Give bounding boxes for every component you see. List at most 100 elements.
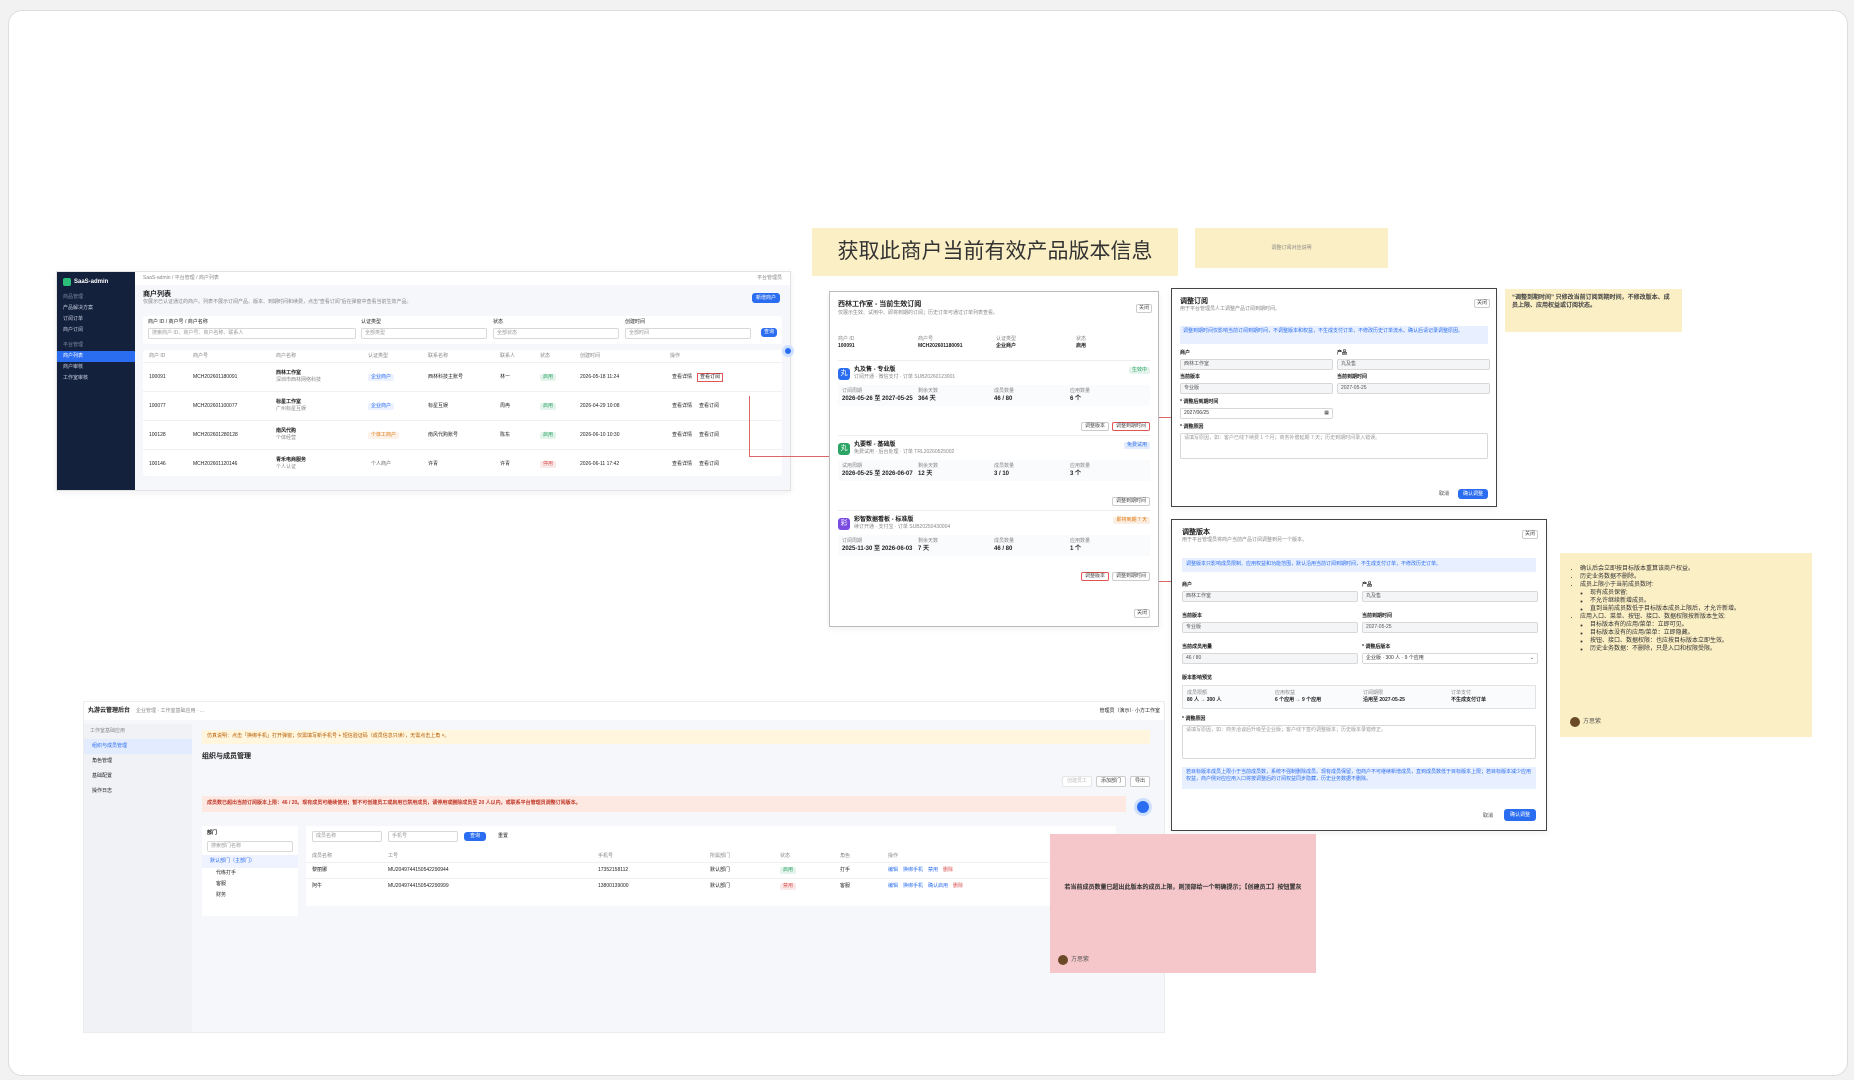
view-detail-link[interactable]: 查看详情 xyxy=(670,374,694,381)
admin-user[interactable]: 平台管理员 xyxy=(757,275,782,282)
member-limit-sticky-note[interactable]: 若当前成员数量已超出此版本的成员上限，则顶部给一个明确提示；【创建员工】按钮置灰… xyxy=(1050,834,1316,973)
reason-textarea[interactable]: 请填写原因，如：商务洽谈后升级至企业版；客户线下签约调整版本；历史版本录错修正。 xyxy=(1182,725,1536,759)
dept-search-input[interactable]: 搜索部门名称 xyxy=(207,841,293,852)
created-time-select[interactable]: 全部时间 xyxy=(625,328,751,339)
member-op-link[interactable]: 编辑 xyxy=(888,883,898,890)
preview-item: 成员限额 80 人 → 300 人 xyxy=(1183,690,1271,704)
reset-button[interactable]: 重置 xyxy=(492,833,514,840)
sidebar-item-merchants[interactable]: 商户列表 xyxy=(57,351,135,362)
sidebar-item-logs[interactable]: 操作日志 xyxy=(84,784,192,799)
adjust-version-button[interactable]: 调整版本 xyxy=(1080,422,1109,431)
view-detail-link[interactable]: 查看详情 xyxy=(670,403,694,410)
sidebar-item-solutions[interactable]: 产品解决方案 xyxy=(57,303,135,314)
adjust-expiry-button[interactable]: 调整到期时间 xyxy=(1111,497,1150,506)
dept-item[interactable]: 客服 xyxy=(202,879,298,890)
close-button[interactable]: 关闭 xyxy=(1136,304,1152,313)
cell-created: 2026-05-18 11:24 xyxy=(580,373,620,380)
footer-close-button[interactable]: 关闭 xyxy=(1134,609,1150,618)
info-status: 状态 启用 xyxy=(1076,336,1086,350)
merchant-table: 商户 ID 商户号 商户名称 认证类型 联系名称 联系人 状态 创建时间 操作 … xyxy=(143,350,782,476)
member-op-link[interactable]: 确认启用 xyxy=(928,883,948,890)
org-user[interactable]: 管理员（演示）· 小方工作室 xyxy=(1099,708,1160,715)
create-employee-button[interactable]: 创建员工 xyxy=(1061,776,1092,787)
rule-sublist: 现有成员保留;不允许继续新增成员。直到当前成员数低于目标版本成员上限后，才允许新… xyxy=(1580,589,1802,613)
info-type: 认证类型 企业商户 xyxy=(996,336,1076,350)
comment-pin-icon[interactable] xyxy=(1134,798,1152,816)
member-op-link[interactable]: 换绑手机 xyxy=(903,883,923,890)
member-op-link[interactable]: 编辑 xyxy=(888,867,898,874)
add-merchant-button[interactable]: 新增商户 xyxy=(752,293,780,303)
view-detail-link[interactable]: 查看详情 xyxy=(670,461,694,468)
product-icon: 丸 xyxy=(838,367,850,380)
cell-id: 100128 xyxy=(149,431,166,438)
export-button[interactable]: 导出 xyxy=(1129,776,1150,787)
status-badge: 启用 xyxy=(540,373,557,381)
card-field: 试用周期 2026-05-25 至 2026-06-07 xyxy=(842,463,918,478)
member-op-link[interactable]: 删除 xyxy=(953,883,963,890)
expiry-rule-sticky-note[interactable]: “调整到期时间” 只修改当前订阅到期时间，不修改版本、成员上限、应用权益或订阅状… xyxy=(1505,289,1682,332)
merchant-sub: 深圳市西林网络科技 xyxy=(276,377,322,383)
cell-ops: 编辑 换绑手机 禁用 删除 xyxy=(888,867,958,874)
sidebar-item-org-members[interactable]: 组织与成员管理 xyxy=(84,739,192,754)
col-header: 创建时间 xyxy=(580,352,601,359)
confirm-button[interactable]: 确认调整 xyxy=(1458,489,1488,499)
headline-sticky-note[interactable]: 获取此商户当前有效产品版本信息 xyxy=(812,228,1178,276)
info-value: 企业商户 xyxy=(996,343,1017,349)
view-subscription-link[interactable]: 查看订阅 xyxy=(697,461,721,468)
field-label: 产品 xyxy=(1362,582,1373,588)
sidebar-item-merchant-review[interactable]: 商户审核 xyxy=(57,362,135,373)
member-name-input[interactable]: 成员名称 xyxy=(312,831,382,842)
cancel-button[interactable]: 取消 xyxy=(1480,813,1496,820)
calendar-icon[interactable]: ▦ xyxy=(1324,410,1329,417)
search-button[interactable]: 查询 xyxy=(761,328,777,337)
new-expiry-date-input[interactable]: 2027/06/25 ▦ xyxy=(1180,408,1333,419)
card-header: 彩彩智数据看板 - 标准版 续订开通 · 支付宝 · 订单 SUB20250430… xyxy=(838,511,1150,531)
sidebar-item-studio-review[interactable]: 工作室审核 xyxy=(57,373,135,384)
view-subscription-link[interactable]: 查看订阅 xyxy=(697,372,724,382)
sidebar-item-settings[interactable]: 基础配置 xyxy=(84,769,192,784)
reason-textarea[interactable]: 请填写原因，如：客户已线下续费 1 个月；商务补偿延期 7 天；历史到期时间录入… xyxy=(1180,433,1488,459)
dept-item[interactable]: 财务 xyxy=(202,890,298,901)
member-op-link[interactable]: 删除 xyxy=(943,867,953,874)
field-label: 试用周期 xyxy=(842,463,863,469)
adjust-expiry-button[interactable]: 调整到期时间 xyxy=(1111,572,1150,581)
phone-input[interactable]: 手机号 xyxy=(388,831,458,842)
sidebar-item-orders[interactable]: 订阅订单 xyxy=(57,314,135,325)
close-button[interactable]: 关闭 xyxy=(1522,530,1538,539)
adjust-expiry-button[interactable]: 调整到期时间 xyxy=(1111,422,1150,431)
cell-merchant-no: MCH202601120146 xyxy=(193,460,238,467)
confirm-button[interactable]: 确认调整 xyxy=(1504,809,1536,821)
view-detail-link[interactable]: 查看详情 xyxy=(670,432,694,439)
member-op-link[interactable]: 换绑手机 xyxy=(903,867,923,874)
preview-value: 80 人 → 300 人 xyxy=(1187,697,1222,703)
view-subscription-link[interactable]: 查看订阅 xyxy=(697,432,721,439)
cancel-button[interactable]: 取消 xyxy=(1436,491,1452,498)
query-button[interactable]: 查询 xyxy=(464,832,486,841)
breadcrumb: SaaS-admin / 平台管理 / 商户列表 xyxy=(143,275,219,281)
target-version-select[interactable]: 企业版 · 300 人 · 9 个应用 ⌄ xyxy=(1362,653,1538,664)
field-label: 产品 xyxy=(1337,350,1348,356)
member-op-link[interactable]: 禁用 xyxy=(928,867,938,874)
col-header: 角色 xyxy=(840,853,851,859)
dept-item[interactable]: 代练打手 xyxy=(202,868,298,879)
subscription-card: 丸丸及售 - 专业版 订阅开通 · 微信支付 · 订单 SUB2026012300… xyxy=(838,360,1150,435)
card-fields: 试用周期 2026-05-25 至 2026-06-07 剩余天数 12 天 成员数量 3… xyxy=(838,460,1150,481)
info-id: 商户 ID 100091 xyxy=(838,336,918,350)
rule-text: 应用入口、菜单、按钮、接口、数据权限按新版本生效: xyxy=(1580,614,1726,620)
field-value: 46 / 80 xyxy=(994,546,1013,552)
cert-type-select[interactable]: 全部类型 xyxy=(361,328,487,339)
adjust-version-button[interactable]: 调整版本 xyxy=(1080,572,1109,581)
sidebar-item-subscriptions[interactable]: 商户订阅 xyxy=(57,325,135,336)
sidebar-item-roles[interactable]: 角色管理 xyxy=(84,754,192,769)
small-sticky-note[interactable]: 调整订阅对应说明 xyxy=(1195,228,1388,268)
status-select[interactable]: 全部状态 xyxy=(493,328,619,339)
view-subscription-link[interactable]: 查看订阅 xyxy=(697,403,721,410)
version-rules-sticky-note[interactable]: 确认后会立即按目标版本重算该商户权益。历史业务数据不删除。成员上限小于当前成员数… xyxy=(1560,553,1812,737)
card-field: 应用数量 3 个 xyxy=(1070,463,1146,478)
dept-item[interactable]: 默认部门（主部门） xyxy=(202,855,298,868)
add-department-button[interactable]: 添加部门 xyxy=(1095,776,1126,787)
comment-pin-icon[interactable] xyxy=(782,345,794,357)
merchant-search-input[interactable]: 搜索商户 ID、商户号、商户名称、联系人 xyxy=(148,328,356,339)
close-button[interactable]: 关闭 xyxy=(1474,299,1490,308)
modal-subtitle: 用于平台管理员将商户当前产品订阅调整到另一个版本。 xyxy=(1182,537,1308,543)
